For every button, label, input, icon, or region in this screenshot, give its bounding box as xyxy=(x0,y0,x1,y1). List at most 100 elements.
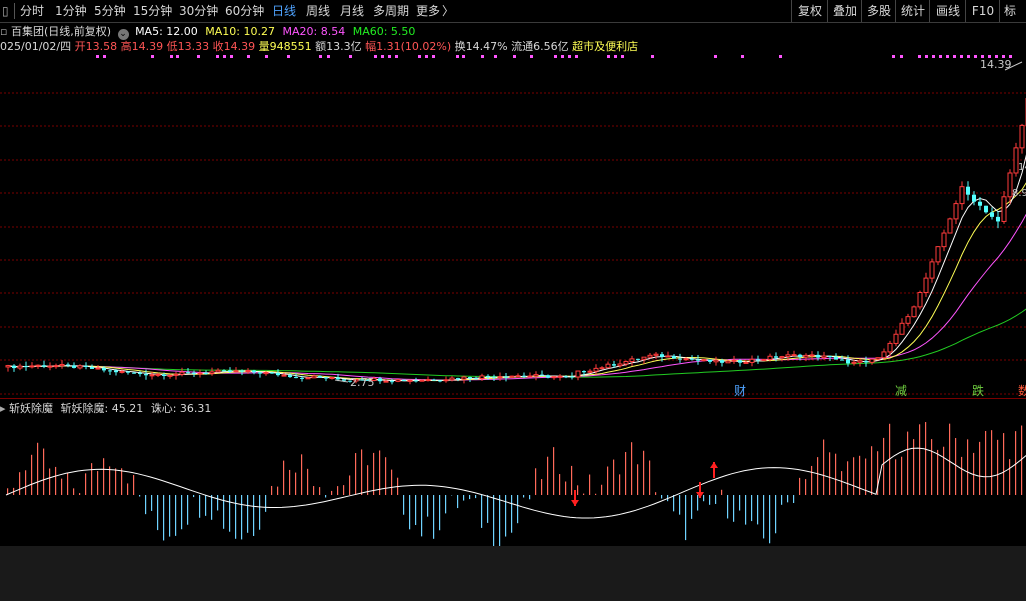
indicator-bar-positive xyxy=(541,479,543,495)
indicator-bar-negative xyxy=(697,495,699,511)
indicator-bar-positive xyxy=(577,485,579,495)
status-strip xyxy=(0,546,1026,601)
candle-body-down xyxy=(378,378,382,382)
event-dot xyxy=(621,55,624,58)
candle-body-up xyxy=(641,356,647,360)
candle-body-down xyxy=(636,358,640,360)
event-label-data[interactable]: 数 xyxy=(1018,383,1026,398)
indicator-bar-positive xyxy=(301,454,303,495)
candle-body-up xyxy=(119,370,125,373)
candle-body-down xyxy=(504,376,508,378)
indicator-bar-positive xyxy=(967,439,969,495)
candle-body-down xyxy=(276,372,280,376)
indicator-bar-positive xyxy=(559,474,561,495)
indicator-bar-positive xyxy=(553,447,555,495)
event-dot xyxy=(967,55,970,58)
right-price-marker: 8.9 xyxy=(1012,188,1026,199)
candle-body-down xyxy=(492,376,496,378)
indicator-bar-positive xyxy=(133,475,135,495)
kline-chart[interactable]: 14.39 2.75 8.9 14 财 减 跌 数 xyxy=(0,0,1026,400)
indicator-bar-positive xyxy=(79,493,81,495)
indicator-bar-positive xyxy=(25,470,27,495)
indicator-bar-positive xyxy=(571,465,573,495)
candle-body-up xyxy=(935,246,941,263)
indicator-bar-positive xyxy=(997,439,999,495)
candle-body-down xyxy=(846,359,850,364)
candle-body-down xyxy=(414,380,418,382)
event-dot xyxy=(197,55,200,58)
candle-body-down xyxy=(132,372,136,374)
candle-body-down xyxy=(990,212,994,217)
indicator-bar-negative xyxy=(325,495,327,498)
indicator-bar-positive xyxy=(361,449,363,495)
candle-body-up xyxy=(653,353,659,356)
indicator-bar-positive xyxy=(367,465,369,495)
candle-body-up xyxy=(665,355,671,358)
indicator-bar-negative xyxy=(745,495,747,525)
indicator-bar-negative xyxy=(523,495,525,498)
candle-body-up xyxy=(197,372,203,375)
candle-body-down xyxy=(108,370,112,372)
indicator-bar-negative xyxy=(763,495,765,539)
candle-body-down xyxy=(696,359,700,361)
event-label-reduce[interactable]: 减 xyxy=(895,384,907,398)
candle-body-up xyxy=(557,375,563,378)
indicator-bar-positive xyxy=(283,460,285,495)
candle-body-up xyxy=(791,354,797,357)
indicator-bar-positive xyxy=(7,488,9,495)
indicator-bar-negative xyxy=(187,495,189,525)
candle-body-down xyxy=(720,360,724,363)
event-label-finance[interactable]: 财 xyxy=(734,384,746,398)
candle-body-down xyxy=(672,356,676,359)
candle-body-up xyxy=(911,306,917,318)
indicator-bar-positive xyxy=(307,468,309,495)
candle-body-up xyxy=(869,358,875,363)
indicator-bar-positive xyxy=(19,472,21,495)
indicator-bar-negative xyxy=(211,495,213,520)
candle-body-down xyxy=(192,372,196,374)
indicator-bar-positive xyxy=(877,451,879,495)
candle-body-up xyxy=(281,374,287,377)
indicator-collapse-icon[interactable]: ▸ xyxy=(0,402,6,415)
indicator-bar-negative xyxy=(691,495,693,519)
candle-body-down xyxy=(186,372,190,374)
indicator-name: 斩妖除魔 xyxy=(9,402,54,415)
candle-body-down xyxy=(570,376,574,378)
candle-body-up xyxy=(761,358,767,361)
event-label-fall[interactable]: 跌 xyxy=(972,383,984,398)
event-dot xyxy=(614,55,617,58)
ma60-line xyxy=(7,308,1026,378)
event-dot xyxy=(374,55,377,58)
candle-body-up xyxy=(329,376,335,379)
indicator-bar-positive xyxy=(613,459,615,495)
candle-body-up xyxy=(599,367,605,370)
indicator-bar-positive xyxy=(337,486,339,495)
indicator-bar-positive xyxy=(631,442,633,495)
candle-body-up xyxy=(215,369,221,373)
event-dot xyxy=(418,55,421,58)
indicator-bar-negative xyxy=(703,495,705,502)
candle-body-down xyxy=(12,365,16,369)
candle-body-down xyxy=(546,375,550,378)
signal-arrow-icon xyxy=(571,500,579,506)
indicator-bar-negative xyxy=(205,495,207,516)
candle-body-down xyxy=(240,370,244,372)
candle-body-up xyxy=(851,361,857,364)
indicator-bar-positive xyxy=(391,469,393,495)
indicator-bar-positive xyxy=(817,457,819,495)
candle-body-up xyxy=(857,360,863,363)
candle-body-up xyxy=(587,370,593,373)
candle-body-down xyxy=(468,377,472,379)
candle-body-up xyxy=(743,361,749,364)
indicator-bar-positive xyxy=(37,442,39,495)
candle-body-up xyxy=(923,277,929,294)
candle-body-down xyxy=(660,354,664,357)
indicator-bar-positive xyxy=(943,446,945,495)
indicator-bar-positive xyxy=(865,458,867,495)
indicator-bar-positive xyxy=(643,450,645,495)
indicator-bar-positive xyxy=(625,452,627,495)
indicator-bar-positive xyxy=(289,469,291,495)
candle-body-down xyxy=(738,360,742,363)
indicator-bar-positive xyxy=(1009,459,1011,495)
signal-arrow-icon xyxy=(696,492,704,498)
